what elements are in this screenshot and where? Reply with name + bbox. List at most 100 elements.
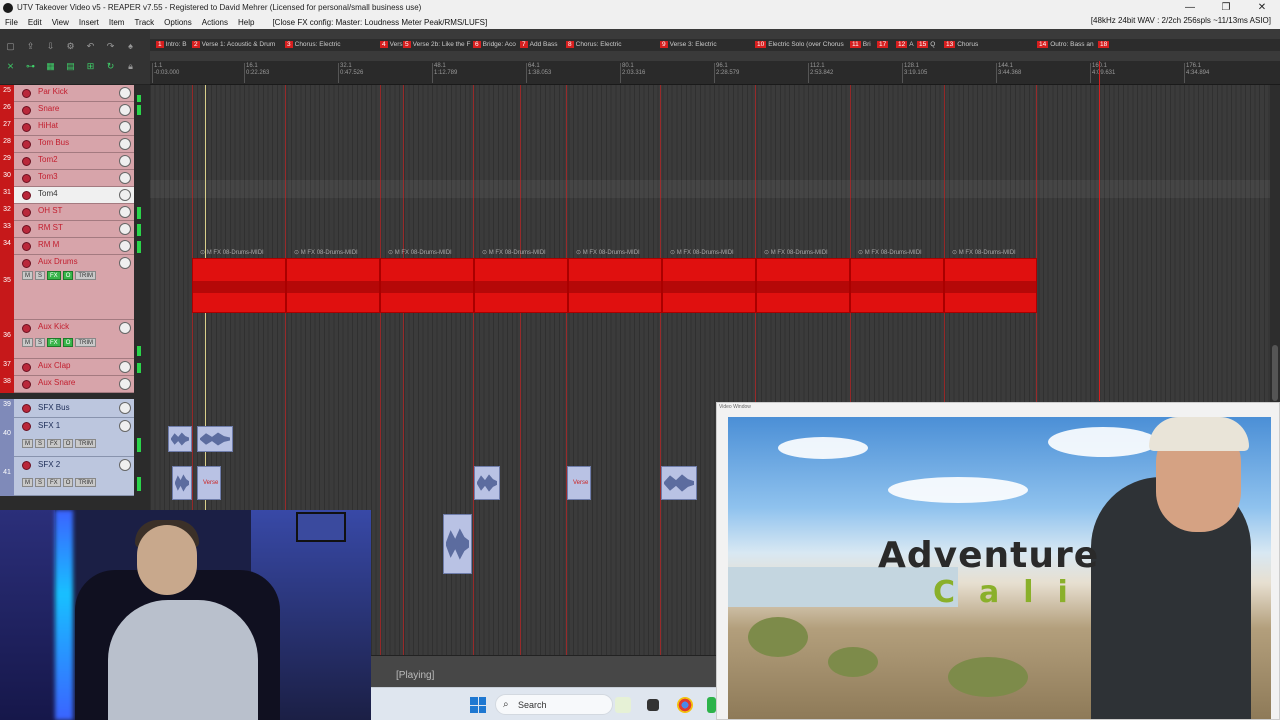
mute-button[interactable]: M [22,271,33,280]
record-arm-button[interactable] [22,461,31,470]
midi-item[interactable] [756,258,850,313]
volume-knob[interactable] [119,378,131,390]
audio-item[interactable] [197,426,233,452]
item-grouping-icon[interactable]: ▤ [65,61,76,72]
track-row[interactable]: 39 SFX Bus [0,399,150,418]
midi-item[interactable] [944,258,1037,313]
midi-item[interactable] [474,258,568,313]
io-button[interactable]: O [62,439,74,448]
solo-button[interactable]: S [35,338,46,347]
minimize-button[interactable]: — [1172,0,1208,15]
trim-button[interactable]: TRIM [75,338,97,347]
menu-actions[interactable]: Actions [197,18,233,27]
mute-button[interactable]: M [22,338,33,347]
auto-crossfade-icon[interactable]: ⊞ [85,61,96,72]
volume-knob[interactable] [119,402,131,414]
audio-item[interactable]: Verse [197,466,221,500]
trim-button[interactable]: TRIM [75,478,97,487]
lock-icon[interactable]: 🔒︎ [125,61,136,72]
audio-item[interactable] [168,426,192,452]
midi-item[interactable] [192,258,286,313]
menu-options[interactable]: Options [159,18,197,27]
volume-knob[interactable] [119,172,131,184]
app-icon[interactable] [707,697,716,713]
mute-button[interactable]: M [22,439,33,448]
track-row[interactable]: 25 Par Kick [0,85,150,102]
mute-button[interactable]: M [22,478,33,487]
menu-view[interactable]: View [47,18,74,27]
record-arm-button[interactable] [22,404,31,413]
project-settings-icon[interactable]: ⚙ [65,41,76,52]
trim-button[interactable]: TRIM [75,439,97,448]
save-project-icon[interactable]: ⇩ [45,41,56,52]
track-name[interactable]: Snare [38,104,59,113]
widgets-icon[interactable] [615,697,631,713]
track-name[interactable]: HiHat [38,121,58,130]
open-project-icon[interactable]: ⇪ [25,41,36,52]
audio-item[interactable] [172,466,192,500]
undo-icon[interactable]: ↶ [85,41,96,52]
track-row[interactable]: 32 OH ST [0,204,150,221]
record-arm-button[interactable] [22,191,31,200]
new-project-icon[interactable]: ▢ [5,41,16,52]
record-arm-button[interactable] [22,140,31,149]
region-marker[interactable]: 18 [1098,39,1116,51]
region-marker[interactable]: 7 Add Bass [520,39,566,51]
track-row[interactable]: 35 Aux Drums M S FX O TRIM [0,255,150,320]
record-arm-button[interactable] [22,157,31,166]
taskbar-search[interactable]: ⌕ Search [495,694,613,715]
snap-icon[interactable]: ⨯ [5,61,16,72]
track-name[interactable]: Tom Bus [38,138,69,147]
track-name[interactable]: OH ST [38,206,62,215]
track-name[interactable]: SFX 1 [38,421,60,430]
audio-device-status[interactable]: [48kHz 24bit WAV : 2/2ch 256spls ~11/13m… [1086,16,1276,25]
maximize-button[interactable]: ❐ [1208,0,1244,15]
midi-item[interactable] [380,258,474,313]
record-arm-button[interactable] [22,324,31,333]
record-arm-button[interactable] [22,106,31,115]
io-button[interactable]: O [62,338,74,347]
fx-button[interactable]: FX [47,478,61,487]
region-marker[interactable]: 10 Electric Solo (over Chorus [755,39,850,51]
io-button[interactable]: O [62,478,74,487]
volume-knob[interactable] [119,138,131,150]
record-arm-button[interactable] [22,422,31,431]
volume-knob[interactable] [119,121,131,133]
track-row[interactable]: 30 Tom3 [0,170,150,187]
menu-edit[interactable]: Edit [23,18,47,27]
volume-knob[interactable] [119,189,131,201]
volume-knob[interactable] [119,322,131,334]
track-row[interactable]: 29 Tom2 [0,153,150,170]
vertical-scrollbar[interactable] [1270,85,1280,405]
volume-knob[interactable] [119,257,131,269]
track-name[interactable]: RM ST [38,223,63,232]
metronome-icon[interactable]: ♠ [125,41,136,52]
record-arm-button[interactable] [22,123,31,132]
volume-knob[interactable] [119,420,131,432]
track-name[interactable]: Aux Snare [38,378,75,387]
track-name[interactable]: SFX Bus [38,403,70,412]
volume-knob[interactable] [119,459,131,471]
close-fx-config-action[interactable]: [Close FX config: Master: Loudness Meter… [267,18,492,27]
audio-item[interactable] [661,466,697,500]
region-marker[interactable]: 12 A [896,39,916,51]
solo-button[interactable]: S [35,439,46,448]
track-name[interactable]: Tom2 [38,155,58,164]
solo-button[interactable]: S [35,271,46,280]
midi-item[interactable] [568,258,662,313]
record-arm-button[interactable] [22,225,31,234]
track-row[interactable]: 34 RM M [0,238,150,255]
task-view-icon[interactable] [647,699,659,711]
menu-track[interactable]: Track [129,18,159,27]
audio-item[interactable] [443,514,472,574]
io-button[interactable]: O [62,271,74,280]
menu-insert[interactable]: Insert [74,18,104,27]
record-arm-button[interactable] [22,242,31,251]
region-marker[interactable]: 14 Outro: Bass an [1037,39,1099,51]
audio-item[interactable]: Verse [567,466,591,500]
region-marker[interactable]: 4 Vers [380,39,404,51]
record-arm-button[interactable] [22,174,31,183]
fx-button[interactable]: FX [47,271,61,280]
region-marker[interactable]: 8 Chorus: Electric [566,39,658,51]
record-arm-button[interactable] [22,89,31,98]
